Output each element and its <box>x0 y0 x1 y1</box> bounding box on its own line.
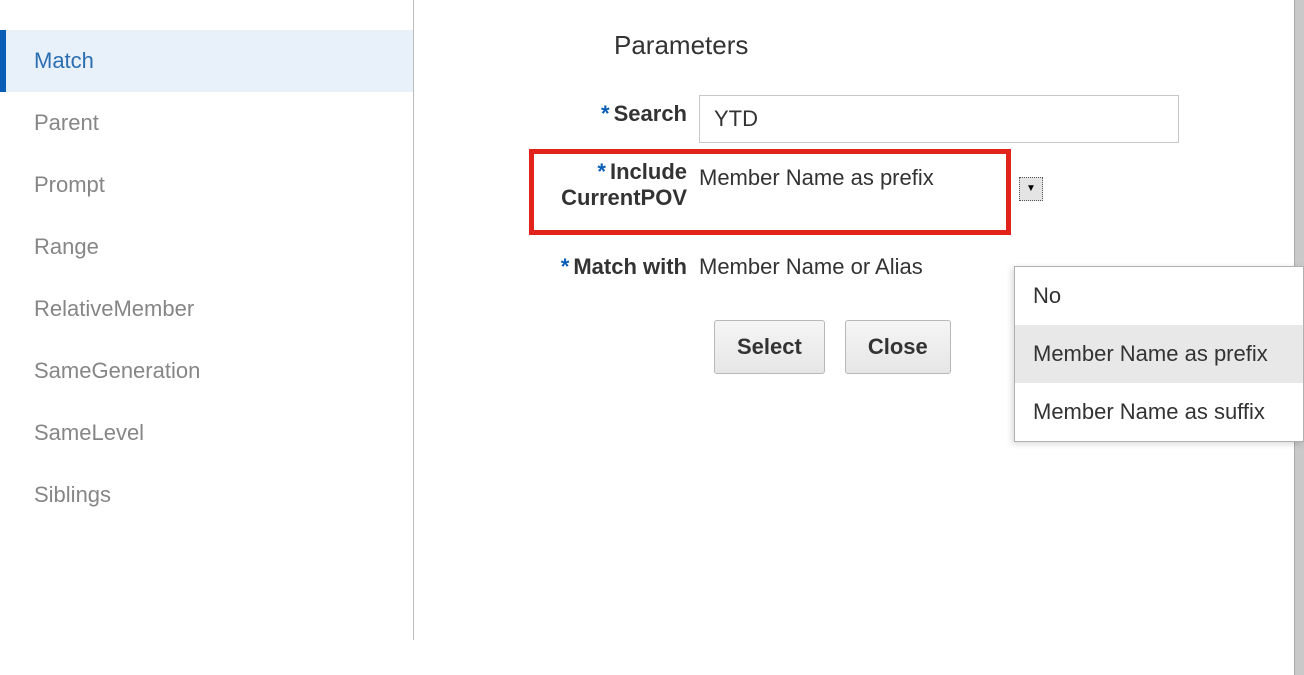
close-button[interactable]: Close <box>845 320 951 374</box>
sidebar-item-parent[interactable]: Parent <box>0 92 413 154</box>
dropdown-option-label: No <box>1033 283 1061 308</box>
search-input[interactable] <box>699 95 1179 143</box>
sidebar-item-relativemember[interactable]: RelativeMember <box>0 278 413 340</box>
sidebar-item-label: Siblings <box>34 482 111 507</box>
sidebar-item-range[interactable]: Range <box>0 216 413 278</box>
dropdown-option-member-name-prefix[interactable]: Member Name as prefix <box>1015 325 1303 383</box>
sidebar: Match Parent Prompt Range RelativeMember… <box>0 0 414 640</box>
dropdown-option-no[interactable]: No <box>1015 267 1303 325</box>
sidebar-item-label: Range <box>34 234 99 259</box>
required-asterisk: * <box>601 101 610 126</box>
required-asterisk: * <box>561 254 570 279</box>
sidebar-item-label: Match <box>34 48 94 73</box>
sidebar-item-label: SameGeneration <box>34 358 200 383</box>
sidebar-item-match[interactable]: Match <box>0 30 413 92</box>
field-row-search: *Search <box>514 89 1284 143</box>
sidebar-item-samegeneration[interactable]: SameGeneration <box>0 340 413 402</box>
include-currentpov-value: Member Name as prefix <box>699 159 934 191</box>
include-currentpov-dropdown-trigger[interactable]: ▼ <box>1019 177 1043 201</box>
match-with-label: *Match with <box>514 242 699 280</box>
dropdown-option-label: Member Name as prefix <box>1033 341 1268 366</box>
sidebar-item-label: RelativeMember <box>34 296 194 321</box>
include-label-line1: Include <box>610 159 687 184</box>
search-label-text: Search <box>614 101 687 126</box>
sidebar-item-prompt[interactable]: Prompt <box>0 154 413 216</box>
match-with-value: Member Name or Alias <box>699 248 923 280</box>
dropdown-option-label: Member Name as suffix <box>1033 399 1265 424</box>
include-currentpov-dropdown-menu: No Member Name as prefix Member Name as … <box>1014 266 1304 442</box>
sidebar-item-label: SameLevel <box>34 420 144 445</box>
required-asterisk: * <box>597 159 606 184</box>
field-row-include-currentpov: *Include CurrentPOV Member Name as prefi… <box>514 153 1284 212</box>
sidebar-item-label: Prompt <box>34 172 105 197</box>
select-button[interactable]: Select <box>714 320 825 374</box>
search-label: *Search <box>514 89 699 127</box>
include-currentpov-label: *Include CurrentPOV <box>514 153 699 212</box>
chevron-down-icon: ▼ <box>1026 184 1036 194</box>
parameters-title: Parameters <box>614 30 1284 61</box>
sidebar-item-siblings[interactable]: Siblings <box>0 464 413 526</box>
match-with-label-text: Match with <box>573 254 687 279</box>
include-label-line2: CurrentPOV <box>561 185 687 210</box>
sidebar-item-label: Parent <box>34 110 99 135</box>
sidebar-item-samelevel[interactable]: SameLevel <box>0 402 413 464</box>
dropdown-option-member-name-suffix[interactable]: Member Name as suffix <box>1015 383 1303 441</box>
